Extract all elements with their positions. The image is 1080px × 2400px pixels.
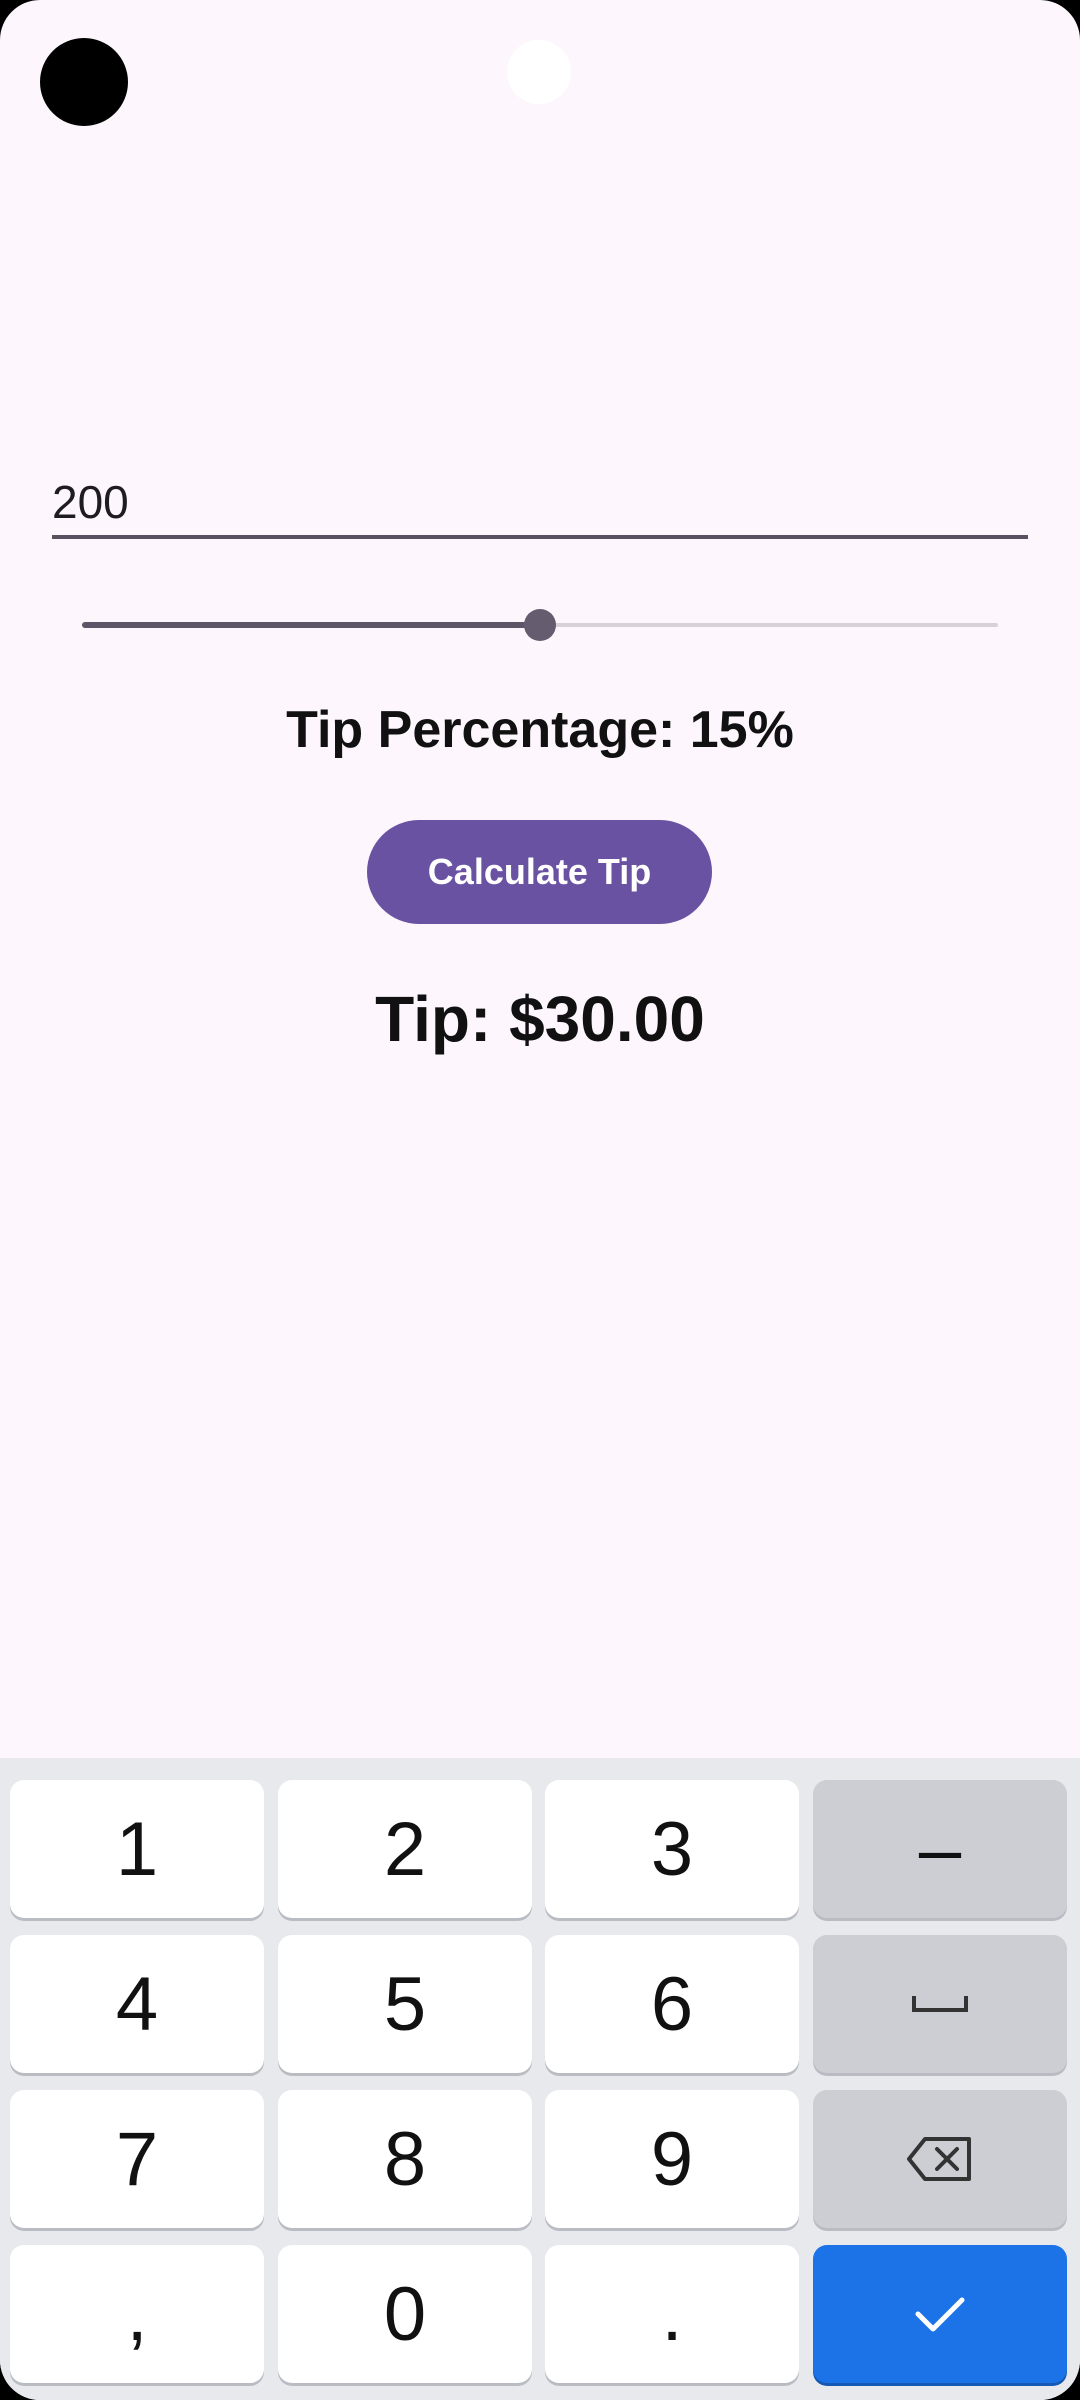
key-3[interactable]: 3 (545, 1780, 799, 1918)
key-minus[interactable]: – (813, 1780, 1067, 1918)
numeric-keyboard: 1 2 3 – 4 5 6 7 8 9 , 0 . (0, 1758, 1080, 2400)
key-period[interactable]: . (545, 2245, 799, 2383)
key-comma[interactable]: , (10, 2245, 264, 2383)
key-8[interactable]: 8 (278, 2090, 532, 2228)
key-9[interactable]: 9 (545, 2090, 799, 2228)
key-2[interactable]: 2 (278, 1780, 532, 1918)
bill-amount-value[interactable]: 200 (52, 475, 129, 529)
key-space[interactable] (813, 1935, 1067, 2073)
key-5[interactable]: 5 (278, 1935, 532, 2073)
check-icon (915, 2297, 965, 2332)
slider-thumb[interactable] (524, 609, 556, 641)
slider-active-track[interactable] (82, 622, 540, 628)
bill-amount-input[interactable]: 200 (52, 455, 1028, 539)
tip-percentage-label: Tip Percentage: 15% (286, 701, 794, 759)
key-4[interactable]: 4 (10, 1935, 264, 2073)
tip-result-label: Tip: $30.00 (375, 983, 705, 1055)
status-dot (507, 40, 571, 104)
key-1[interactable]: 1 (10, 1780, 264, 1918)
backspace-icon (907, 2137, 971, 2181)
app-screen: 200 Tip Percentage: 15% Calculate Tip Ti… (0, 0, 1080, 2400)
calculate-tip-button[interactable]: Calculate Tip (367, 820, 712, 924)
key-7[interactable]: 7 (10, 2090, 264, 2228)
camera-cutout (40, 38, 128, 126)
key-6[interactable]: 6 (545, 1935, 799, 2073)
key-backspace[interactable] (813, 2090, 1067, 2228)
tip-percentage-slider[interactable] (82, 600, 998, 650)
key-done[interactable] (813, 2245, 1067, 2383)
key-0[interactable]: 0 (278, 2245, 532, 2383)
space-icon (912, 1996, 968, 2012)
